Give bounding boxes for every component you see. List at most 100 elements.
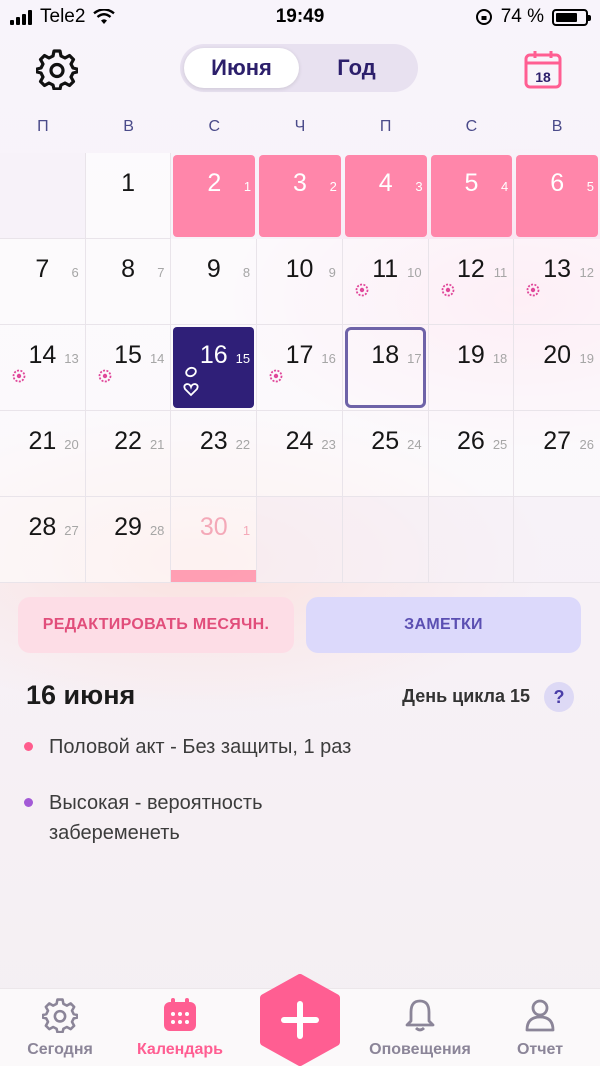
- fertile-flower-icon: [269, 369, 283, 383]
- settings-button[interactable]: [34, 46, 80, 92]
- nav-label: Календарь: [136, 1041, 224, 1058]
- cycle-day: 1: [243, 179, 252, 194]
- calendar-day-7[interactable]: 7 6: [0, 239, 86, 325]
- cycle-day: 25: [492, 437, 508, 452]
- weekday-mon: П: [37, 118, 49, 135]
- calendar-day-24[interactable]: 24 23: [257, 411, 343, 497]
- calendar-cell-empty: [0, 153, 86, 239]
- cycle-day: 13: [64, 351, 79, 366]
- cycle-day: 26: [579, 437, 594, 452]
- calendar-cell-empty: [342, 497, 429, 583]
- list-item: Половой акт - Без защиты, 1 раз: [24, 732, 384, 762]
- bullet-dot: [24, 798, 33, 807]
- cycle-day: 18: [492, 351, 508, 366]
- nav-label: Сегодня: [27, 1041, 93, 1058]
- cycle-day: 24: [407, 437, 422, 452]
- battery-icon: [552, 8, 591, 26]
- calendar-icon: 18: [524, 51, 562, 89]
- calendar-day-27[interactable]: 27 26: [514, 411, 600, 497]
- cycle-day: 9: [328, 265, 336, 280]
- cycle-day: 16: [321, 351, 336, 366]
- fertile-flower-icon: [12, 369, 26, 383]
- cycle-day: 8: [242, 265, 251, 280]
- calendar-day-12[interactable]: 12 11: [428, 239, 515, 325]
- selected-date-title: 16 июня: [26, 680, 136, 710]
- help-button[interactable]: ?: [544, 682, 574, 712]
- calendar-day-13[interactable]: 13 12: [514, 239, 600, 325]
- cycle-day: 1: [242, 523, 251, 538]
- nav-notifications[interactable]: Оповещения: [360, 995, 480, 1059]
- calendar-day-26[interactable]: 26 25: [428, 411, 515, 497]
- entry-text: Высокая - вероятность забеременеть: [49, 792, 263, 844]
- calendar-day-19[interactable]: 19 18: [428, 325, 515, 411]
- predicted-period-bar: [171, 570, 257, 582]
- cycle-day: 20: [64, 437, 79, 452]
- fertile-flower-icon: [526, 283, 540, 297]
- calendar-day-9[interactable]: 9 8: [171, 239, 258, 325]
- calendar-day-11[interactable]: 11 10: [342, 239, 429, 325]
- add-entry-button[interactable]: [258, 974, 342, 1066]
- calendar-cell-empty: [514, 497, 600, 583]
- cycle-day: 2: [329, 179, 337, 194]
- nav-report[interactable]: Отчет: [480, 995, 600, 1059]
- fertile-flower-icon: [441, 283, 454, 297]
- tab-month[interactable]: Июня: [184, 48, 299, 88]
- calendar-day-14[interactable]: 14 13: [0, 325, 86, 411]
- nav-label: Оповещения: [369, 1041, 471, 1058]
- day-number: 1: [121, 169, 136, 197]
- view-switcher: Июня Год: [180, 44, 418, 92]
- weekday-sat: С: [465, 118, 478, 135]
- calendar-day-10[interactable]: 10 9: [257, 239, 343, 325]
- weekday-sun: В: [551, 118, 563, 135]
- cycle-day: 19: [579, 351, 594, 366]
- calendar-day-30-predicted[interactable]: 30 1: [171, 497, 258, 583]
- bullet-dot: [24, 742, 33, 751]
- gear-icon: [36, 49, 78, 90]
- day-entries: Половой акт - Без защиты, 1 раз Высокая …: [24, 732, 384, 874]
- calendar-day-18-today[interactable]: 18 17: [342, 325, 429, 411]
- weekday-header: П В С Ч П С В: [0, 118, 600, 144]
- calendar-day-25[interactable]: 25 24: [342, 411, 429, 497]
- calendar-day-8[interactable]: 8 7: [85, 239, 172, 325]
- calendar-day-20[interactable]: 20 19: [514, 325, 600, 411]
- tab-year[interactable]: Год: [299, 48, 414, 88]
- calendar-day-23[interactable]: 23 22: [171, 411, 258, 497]
- notes-button[interactable]: ЗАМЕТКИ: [306, 597, 581, 653]
- cycle-day: 14: [149, 351, 165, 366]
- edit-period-button[interactable]: РЕДАКТИРОВАТЬ МЕСЯЧН.: [18, 597, 294, 653]
- calendar-day-29[interactable]: 29 28: [85, 497, 172, 583]
- fertile-flower-icon: [98, 369, 112, 383]
- nav-calendar[interactable]: Календарь: [120, 995, 240, 1059]
- calendar-day-2[interactable]: 2 1: [171, 153, 257, 239]
- cycle-day: 5: [586, 179, 594, 194]
- calendar-day-3[interactable]: 3 2: [257, 153, 343, 239]
- cycle-day: 3: [415, 179, 423, 194]
- bell-icon: [405, 999, 435, 1032]
- calendar-icon: [164, 998, 196, 1031]
- weekday-wed: С: [208, 118, 221, 135]
- calendar-day-6[interactable]: 6 5: [514, 153, 600, 239]
- cycle-day: 28: [149, 523, 165, 538]
- cycle-day: 22: [235, 437, 251, 452]
- calendar-day-1[interactable]: 1: [85, 153, 172, 239]
- nav-today[interactable]: Сегодня: [0, 995, 120, 1059]
- calendar-day-28[interactable]: 28 27: [0, 497, 86, 583]
- calendar-day-5[interactable]: 5 4: [429, 153, 515, 239]
- cycle-day: 17: [407, 351, 422, 366]
- weekday-fri: П: [379, 118, 392, 135]
- calendar-day-15[interactable]: 15 14: [85, 325, 172, 411]
- calendar-day-22[interactable]: 22 21: [85, 411, 172, 497]
- cycle-day: 27: [64, 523, 79, 538]
- weekday-thu: Ч: [294, 118, 306, 135]
- gear-icon: [42, 998, 78, 1033]
- calendar-day-16-selected[interactable]: 16 15: [171, 325, 258, 411]
- today-calendar-button[interactable]: 18: [522, 48, 564, 90]
- fertile-flower-icon: [355, 283, 369, 297]
- status-bar: Tele2 19:49 74 %: [0, 0, 600, 36]
- calendar-cell-empty: [428, 497, 515, 583]
- entry-text: Половой акт - Без защиты, 1 раз: [49, 736, 352, 758]
- calendar-day-17[interactable]: 17 16: [257, 325, 343, 411]
- header: Июня Год 18: [0, 40, 600, 100]
- calendar-day-21[interactable]: 21 20: [0, 411, 86, 497]
- calendar-day-4[interactable]: 4 3: [343, 153, 429, 239]
